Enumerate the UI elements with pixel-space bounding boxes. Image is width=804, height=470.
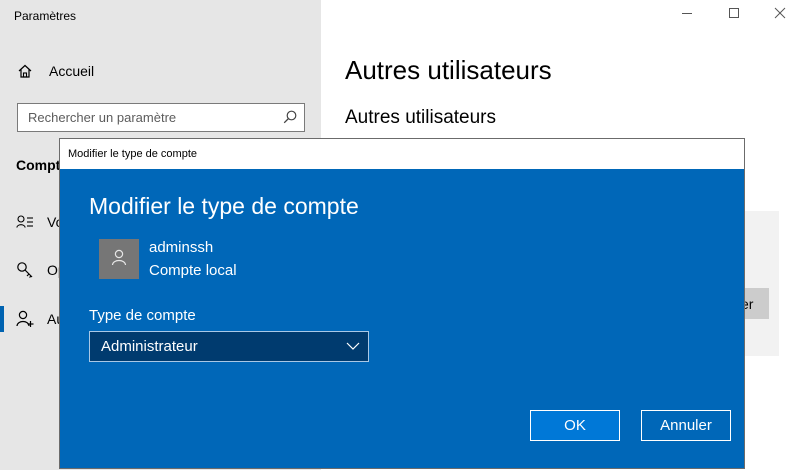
dialog-window-title: Modifier le type de compte: [68, 148, 198, 160]
account-type-selected-value: Administrateur: [101, 338, 198, 355]
user-account-type: Compte local: [149, 262, 237, 279]
close-button[interactable]: [757, 0, 803, 30]
chevron-down-icon: [346, 339, 360, 353]
close-icon: [774, 6, 786, 24]
key-icon: [15, 260, 35, 280]
dialog-heading: Modifier le type de compte: [89, 193, 359, 219]
ok-button[interactable]: OK: [530, 410, 620, 441]
user-name: adminssh: [149, 239, 214, 256]
minimize-icon: [681, 6, 693, 24]
cancel-button[interactable]: Annuler: [641, 410, 731, 441]
sidebar-item-your-info[interactable]: Vo: [15, 210, 63, 234]
add-person-icon: [15, 309, 35, 329]
search-icon[interactable]: [282, 109, 298, 125]
home-icon: [15, 61, 35, 81]
sidebar-item-other-users[interactable]: Au: [15, 307, 64, 331]
maximize-button[interactable]: [711, 0, 757, 30]
minimize-button[interactable]: [664, 0, 710, 30]
change-account-type-dialog: Modifier le type de compte Modifier le t…: [59, 138, 745, 469]
sidebar-item-home[interactable]: Accueil: [15, 59, 94, 83]
account-type-label: Type de compte: [89, 307, 196, 324]
user-icon: [110, 248, 128, 271]
maximize-icon: [728, 6, 740, 24]
search-input[interactable]: [18, 104, 278, 130]
sidebar-section-heading: Compt: [16, 157, 61, 173]
window-title: Paramètres: [14, 9, 77, 23]
active-indicator: [0, 306, 4, 332]
account-type-select[interactable]: Administrateur: [89, 331, 369, 362]
person-list-icon: [15, 212, 35, 232]
search-box[interactable]: [17, 103, 305, 132]
sidebar-item-label: Accueil: [49, 63, 95, 79]
user-panel: [745, 211, 779, 356]
dialog-titlebar[interactable]: Modifier le type de compte: [60, 139, 744, 169]
page-title: Autres utilisateurs: [345, 55, 552, 85]
section-title: Autres utilisateurs: [345, 107, 497, 128]
avatar: [99, 239, 139, 279]
